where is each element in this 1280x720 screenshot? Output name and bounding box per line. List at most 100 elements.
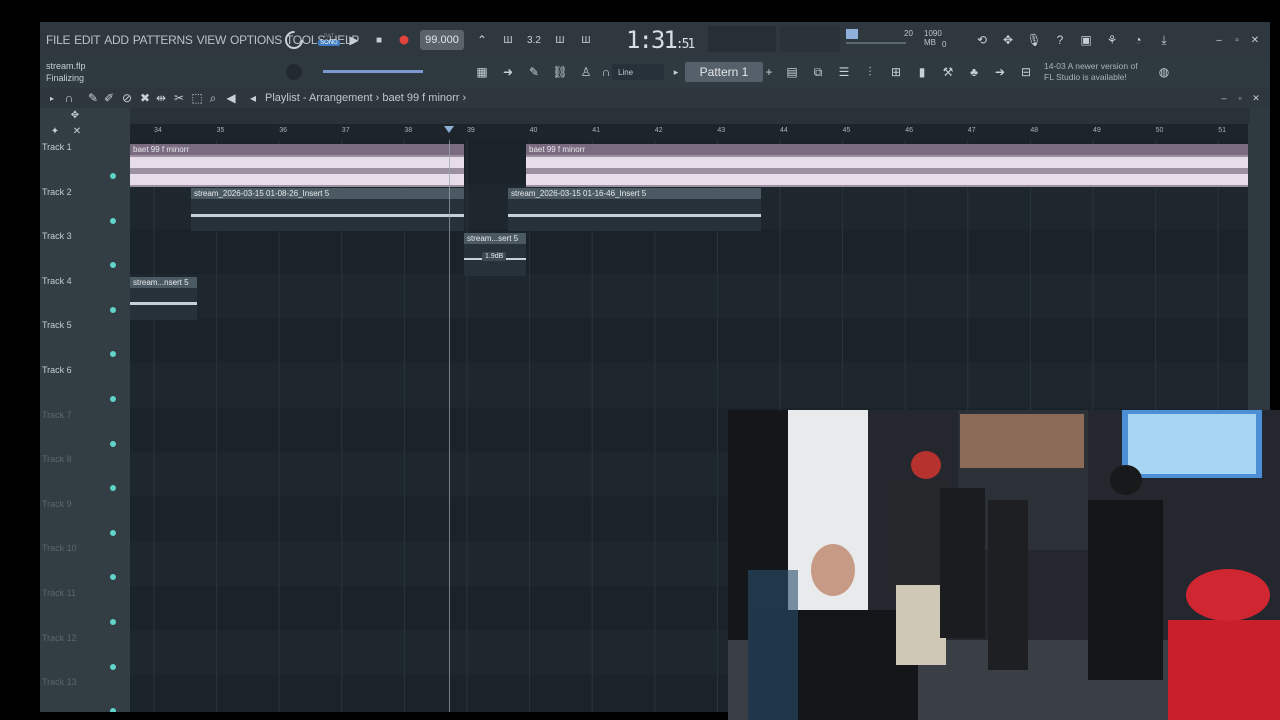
track-label[interactable]: Track 13 — [42, 677, 77, 687]
track-mute-led[interactable] — [110, 663, 116, 670]
file-icon[interactable]: ▮ — [912, 62, 932, 82]
mic-icon[interactable]: 🎙 — [1024, 30, 1044, 50]
track-mute-led[interactable] — [110, 306, 116, 313]
globe-icon[interactable]: ◍ — [1154, 62, 1174, 82]
step-seq-icon[interactable]: ☰ — [834, 62, 854, 82]
mixer-icon[interactable]: ⫶ — [860, 62, 880, 82]
playback-tool-icon[interactable]: ◀ — [224, 90, 238, 106]
track-mute-led[interactable] — [110, 262, 116, 269]
track-label[interactable]: Track 12 — [42, 633, 77, 643]
track-label[interactable]: Track 5 — [42, 320, 72, 330]
playlist-close-icon[interactable]: ✕ — [1250, 90, 1262, 106]
wait-input-icon[interactable]: Ш — [498, 30, 518, 50]
menu-patterns[interactable]: PATTERNS — [133, 33, 193, 47]
time-ruler[interactable]: 34 35 36 37 38 39 40 41 42 43 44 45 46 47 48 49 50 51 — [130, 124, 1248, 140]
clip-baet-2[interactable]: baet 99 f minorr — [526, 144, 1248, 187]
channel-rack-icon[interactable]: ⧉ — [808, 62, 828, 82]
track-mute-led[interactable] — [110, 529, 116, 536]
menu-options[interactable]: OPTIONS — [230, 33, 282, 47]
link-icon[interactable]: ⛓ — [550, 62, 570, 82]
time-display[interactable]: 1:31:51 — [626, 26, 695, 54]
play-icon[interactable]: ▶ — [346, 30, 362, 50]
delete-tool-icon[interactable]: ⊘ — [120, 90, 134, 106]
master-volume-knob[interactable] — [284, 62, 304, 82]
magnet-snap-icon[interactable]: ∩ — [62, 90, 76, 106]
menu-file[interactable]: FILE — [46, 33, 70, 47]
countdown-icon[interactable]: 3.2 — [524, 30, 544, 50]
help-icon[interactable]: ? — [1050, 30, 1070, 50]
paint-tool-icon[interactable]: ✐ — [102, 90, 116, 106]
track-label[interactable]: Track 4 — [42, 276, 72, 286]
mute-tool-icon[interactable]: ✖ — [138, 90, 152, 106]
track-mute-led[interactable] — [110, 351, 116, 358]
menu-edit[interactable]: EDIT — [74, 33, 100, 47]
cart-icon[interactable]: ⊟ — [1016, 62, 1036, 82]
track-label[interactable]: Track 1 — [42, 142, 72, 152]
minimize-icon[interactable]: – — [1212, 30, 1226, 50]
add-track-icon[interactable]: ✦ — [48, 124, 62, 138]
arrow-right-icon[interactable]: ➜ — [498, 62, 518, 82]
tempo-display[interactable]: 99.000 — [420, 30, 464, 50]
track-mute-led[interactable] — [110, 708, 116, 712]
track-mute-led[interactable] — [110, 485, 116, 492]
slice-tool-icon[interactable]: ✂ — [172, 90, 186, 106]
clip-stream-insert-a[interactable]: stream_2026-03-15 01-08-26_Insert 5 — [191, 188, 464, 231]
download-icon[interactable]: ⤓ — [1154, 30, 1174, 50]
close-icon[interactable]: ✕ — [1248, 30, 1262, 50]
pin-icon[interactable]: ✥ — [998, 30, 1018, 50]
speaker-icon[interactable]: ◂ — [246, 90, 260, 106]
track-label[interactable]: Track 11 — [42, 588, 76, 598]
slip-tool-icon[interactable]: ⇹ — [154, 90, 168, 106]
playlist-icon[interactable]: ▤ — [782, 62, 802, 82]
track-mute-led[interactable] — [110, 440, 116, 447]
master-pitch-slider[interactable] — [323, 70, 423, 73]
clip-stream-short[interactable]: stream...sert 5 1.9dB — [464, 233, 526, 276]
plugin-db-icon[interactable]: ⚒ — [938, 62, 958, 82]
playlist-maximize-icon[interactable]: ▫ — [1234, 90, 1246, 106]
track-label[interactable]: Track 9 — [42, 499, 72, 509]
clip-baet-1[interactable]: baet 99 f minorr — [130, 144, 464, 187]
draw-tool-icon[interactable]: ✎ — [86, 90, 100, 106]
undo-icon[interactable]: ⟲ — [972, 30, 992, 50]
playlist-minimize-icon[interactable]: – — [1218, 90, 1230, 106]
menu-add[interactable]: ADD — [104, 33, 129, 47]
tempo-tap-icon[interactable]: ♣ — [964, 62, 984, 82]
record-icon[interactable] — [396, 30, 412, 50]
track-label[interactable]: Track 10 — [42, 543, 77, 553]
stop-icon[interactable]: ■ — [371, 30, 387, 50]
pattern-selector[interactable]: Pattern 1 — [685, 62, 763, 82]
snap-selector[interactable]: Line — [612, 64, 664, 80]
pat-song-toggle[interactable]: PAT SONG — [316, 27, 342, 53]
track-mute-led[interactable] — [110, 173, 116, 179]
pattern-add-icon[interactable]: + — [763, 62, 775, 82]
chat-icon[interactable]: ◔ — [1128, 30, 1148, 50]
maximize-icon[interactable]: ▫ — [1230, 30, 1244, 50]
plugin-icon[interactable]: ⚘ — [1102, 30, 1122, 50]
brush-icon[interactable]: ✎ — [524, 62, 544, 82]
zoom-tool-icon[interactable]: ⌕ — [206, 90, 220, 106]
track-mute-led[interactable] — [110, 574, 116, 581]
track-mute-led[interactable] — [110, 217, 116, 224]
update-notice[interactable]: 14-03 A newer version of FL Studio is av… — [1044, 61, 1138, 83]
remove-track-icon[interactable]: ✕ — [70, 124, 84, 138]
select-tool-icon[interactable]: ⬚ — [190, 90, 204, 106]
playlist-arrow-icon[interactable]: ▸ — [46, 90, 58, 106]
loop-record-icon[interactable]: Ш — [576, 30, 596, 50]
dial-icon[interactable] — [284, 30, 304, 50]
playlist-pattern-name[interactable]: baet 99 f minorr — [382, 92, 459, 104]
track-label[interactable]: Track 3 — [42, 231, 72, 241]
clip-stream-track4[interactable]: stream...nsert 5 — [130, 277, 197, 320]
blend-notes-icon[interactable]: Ш — [550, 30, 570, 50]
save-icon[interactable]: ▣ — [1076, 30, 1096, 50]
magnet-icon[interactable]: ∩ — [600, 64, 612, 80]
move-icon[interactable]: ✥ — [68, 108, 82, 122]
menu-view[interactable]: VIEW — [197, 33, 227, 47]
track-label[interactable]: Track 6 — [42, 365, 72, 375]
clip-stream-insert-b[interactable]: stream_2026-03-15 01-16-46_Insert 5 — [508, 188, 761, 231]
pitch-icon[interactable]: ➔ — [990, 62, 1010, 82]
track-mute-led[interactable] — [110, 619, 116, 625]
stamp-icon[interactable]: ♙ — [576, 62, 596, 82]
pattern-prev-icon[interactable]: ▸ — [670, 62, 682, 82]
playlist-overview-scroller[interactable] — [130, 108, 1250, 124]
track-label[interactable]: Track 7 — [42, 410, 72, 420]
